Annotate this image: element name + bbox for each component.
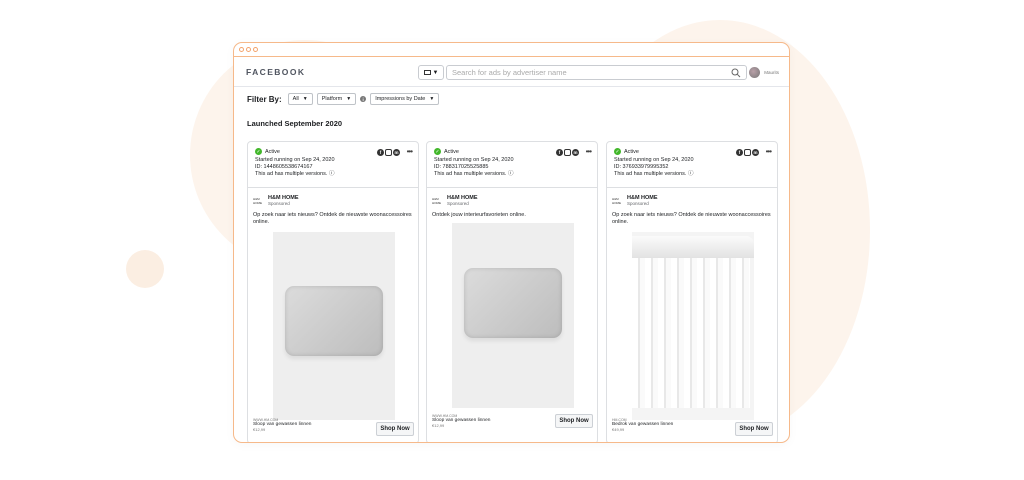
filter-label: Filter By: bbox=[247, 94, 282, 104]
product-image[interactable] bbox=[273, 232, 395, 420]
window-dot-icon[interactable] bbox=[246, 47, 251, 52]
instagram-icon bbox=[564, 149, 571, 156]
ad-id: ID: 376933979995352 bbox=[614, 164, 669, 170]
info-icon[interactable]: ⓘ bbox=[688, 171, 694, 177]
ad-id: ID: 788317025525885 bbox=[434, 164, 489, 170]
platform-filter-label: Platform bbox=[321, 96, 343, 102]
pillow-image bbox=[464, 268, 562, 338]
bedskirt-image bbox=[632, 258, 750, 408]
ad-card[interactable]: ✓ Active Started running on Sep 24, 2020… bbox=[247, 141, 419, 442]
platform-icons: f m bbox=[556, 149, 579, 156]
window-dot-icon[interactable] bbox=[253, 47, 258, 52]
facebook-icon: f bbox=[736, 149, 743, 156]
advertiser-row: H&M HOME H&M HOME Sponsored bbox=[427, 188, 597, 209]
window-dot-icon[interactable] bbox=[239, 47, 244, 52]
platform-icons: f m bbox=[377, 149, 400, 156]
messenger-icon: m bbox=[752, 149, 759, 156]
search-type-select[interactable]: ▼ bbox=[418, 65, 444, 80]
versions-text: This ad has multiple versions. bbox=[255, 171, 328, 177]
browser-window: FACEBOOK ▼ Maurits Filter By: All▼ Platf… bbox=[233, 42, 790, 443]
square-icon bbox=[423, 70, 431, 75]
avatar[interactable] bbox=[749, 67, 761, 78]
chevron-down-icon: ▼ bbox=[302, 96, 308, 102]
started-date: Started running on Sep 24, 2020 bbox=[434, 157, 514, 163]
ad-card-header: ✓ Active Started running on Sep 24, 2020… bbox=[427, 142, 597, 188]
status-text: Active bbox=[624, 148, 639, 155]
messenger-icon: m bbox=[572, 149, 579, 156]
product-image[interactable] bbox=[632, 232, 754, 420]
more-options-icon[interactable]: ••• bbox=[766, 147, 772, 156]
app-header: FACEBOOK ▼ Maurits bbox=[234, 57, 789, 87]
platform-icons: f m bbox=[736, 149, 759, 156]
check-icon: ✓ bbox=[614, 148, 621, 155]
facebook-icon: f bbox=[377, 149, 384, 156]
versions-note: This ad has multiple versions. ⓘ bbox=[434, 171, 590, 178]
ad-card[interactable]: ✓ Active Started running on Sep 24, 2020… bbox=[606, 141, 778, 442]
chevron-down-icon: ▼ bbox=[346, 96, 352, 102]
advertiser-logo: H&M HOME bbox=[253, 196, 262, 205]
mattress-image bbox=[632, 236, 754, 258]
search-box[interactable] bbox=[446, 65, 747, 80]
versions-text: This ad has multiple versions. bbox=[614, 171, 687, 177]
ad-card[interactable]: ✓ Active Started running on Sep 24, 2020… bbox=[426, 141, 598, 442]
sponsored-label: Sponsored bbox=[447, 201, 469, 206]
window-titlebar bbox=[234, 43, 789, 57]
advertiser-row: H&M HOME H&M HOME Sponsored bbox=[248, 188, 418, 209]
check-icon: ✓ bbox=[434, 148, 441, 155]
started-date: Started running on Sep 24, 2020 bbox=[614, 157, 694, 163]
shop-now-button[interactable]: Shop Now bbox=[555, 414, 593, 428]
brand-logo: FACEBOOK bbox=[246, 66, 306, 77]
platform-filter-dropdown[interactable]: Platform ▼ bbox=[316, 93, 357, 105]
profile-name: Maurits bbox=[764, 70, 779, 75]
product-image[interactable] bbox=[452, 223, 574, 408]
chevron-down-icon: ▼ bbox=[429, 96, 435, 102]
info-icon[interactable]: ⓘ bbox=[329, 171, 335, 177]
shop-now-button[interactable]: Shop Now bbox=[376, 422, 414, 436]
advertiser-row: H&M HOME H&M HOME Sponsored bbox=[607, 188, 777, 209]
ad-body-text: Op zoek naar iets nieuws? Ontdek de nieu… bbox=[612, 212, 771, 225]
versions-note: This ad has multiple versions. ⓘ bbox=[614, 171, 770, 178]
search-area: ▼ bbox=[418, 65, 747, 80]
versions-text: This ad has multiple versions. bbox=[434, 171, 507, 177]
advertiser-logo: H&M HOME bbox=[432, 196, 441, 205]
ad-card-footer: WWW.HM.COM Sloop van gewassen linnen €12… bbox=[427, 409, 597, 439]
started-date: Started running on Sep 24, 2020 bbox=[255, 157, 335, 163]
all-filter-label: All bbox=[292, 96, 299, 102]
sponsored-label: Sponsored bbox=[268, 201, 290, 206]
ad-card-header: ✓ Active Started running on Sep 24, 2020… bbox=[248, 142, 418, 188]
ad-card-footer: WWW.HM.COM Sloop van gewassen linnen €12… bbox=[248, 413, 418, 442]
ad-card-header: ✓ Active Started running on Sep 24, 2020… bbox=[607, 142, 777, 188]
advertiser-logo: H&M HOME bbox=[612, 196, 621, 205]
sponsored-label: Sponsored bbox=[627, 201, 649, 206]
instagram-icon bbox=[385, 149, 392, 156]
pillow-image bbox=[285, 286, 383, 356]
versions-note: This ad has multiple versions. ⓘ bbox=[255, 171, 411, 178]
ad-body-text: Op zoek naar iets nieuws? Ontdek de nieu… bbox=[253, 212, 412, 225]
shop-now-button[interactable]: Shop Now bbox=[735, 422, 773, 436]
ad-id: ID: 1448605538674167 bbox=[255, 164, 313, 170]
search-icon[interactable] bbox=[731, 68, 741, 78]
info-icon[interactable]: i bbox=[360, 96, 367, 102]
search-input[interactable] bbox=[452, 68, 702, 77]
filter-bar: Filter By: All ▼ Platform ▼ i Impressions … bbox=[247, 93, 440, 105]
messenger-icon: m bbox=[393, 149, 400, 156]
sort-dropdown[interactable]: Impressions by Date ▼ bbox=[370, 93, 440, 105]
check-icon: ✓ bbox=[255, 148, 262, 155]
info-icon[interactable]: ⓘ bbox=[508, 171, 514, 177]
profile-menu[interactable]: Maurits bbox=[749, 67, 779, 78]
status-text: Active bbox=[444, 148, 459, 155]
chevron-down-icon: ▼ bbox=[432, 69, 439, 76]
instagram-icon bbox=[744, 149, 751, 156]
ad-body-text: Ontdek jouw interieurfavorieten online. bbox=[432, 212, 526, 218]
more-options-icon[interactable]: ••• bbox=[407, 147, 413, 156]
all-filter-dropdown[interactable]: All ▼ bbox=[287, 93, 313, 105]
more-options-icon[interactable]: ••• bbox=[586, 147, 592, 156]
facebook-icon: f bbox=[556, 149, 563, 156]
section-title: Launched September 2020 bbox=[247, 119, 343, 128]
background-blob bbox=[126, 250, 164, 288]
ad-card-footer: HM.COM Bedrok van gewassen linnen €49,99… bbox=[607, 413, 777, 442]
status-text: Active bbox=[265, 148, 280, 155]
sort-label: Impressions by Date bbox=[375, 96, 426, 102]
